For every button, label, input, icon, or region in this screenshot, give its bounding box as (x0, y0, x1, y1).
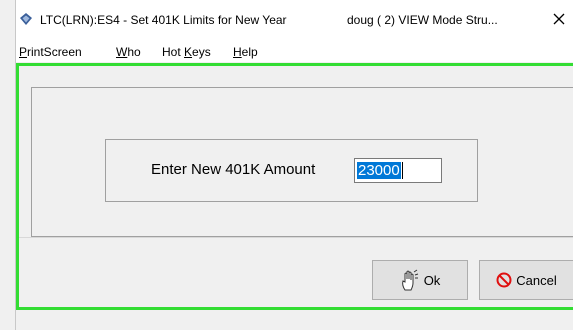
no-entry-icon (496, 272, 512, 288)
menu-printscreen[interactable]: PrintScreen (19, 45, 82, 59)
amount-value: 23000 (357, 162, 401, 179)
panel-divider (19, 237, 573, 238)
window-title-status: doug ( 2) VIEW Mode Stru... (347, 13, 498, 27)
app-icon (20, 13, 32, 25)
text-caret (401, 162, 403, 179)
amount-input[interactable]: 23000 (354, 158, 442, 183)
cancel-button[interactable]: Cancel (479, 260, 573, 300)
hand-icon (401, 269, 418, 291)
ok-label: Ok (423, 272, 441, 288)
menu-help[interactable]: Help (233, 45, 258, 59)
app-window: LTC(LRN):ES4 - Set 401K Limits for New Y… (0, 0, 573, 330)
amount-label: Enter New 401K Amount (151, 161, 316, 178)
menu-who[interactable]: Who (116, 45, 141, 59)
ok-button[interactable]: Ok (372, 260, 468, 300)
window-title: LTC(LRN):ES4 - Set 401K Limits for New Y… (40, 13, 287, 27)
cancel-label: Cancel (516, 272, 557, 288)
close-button[interactable] (547, 6, 571, 32)
close-icon (553, 13, 565, 25)
menu-bar (16, 40, 573, 62)
menu-hot-keys[interactable]: Hot Keys (162, 45, 211, 59)
